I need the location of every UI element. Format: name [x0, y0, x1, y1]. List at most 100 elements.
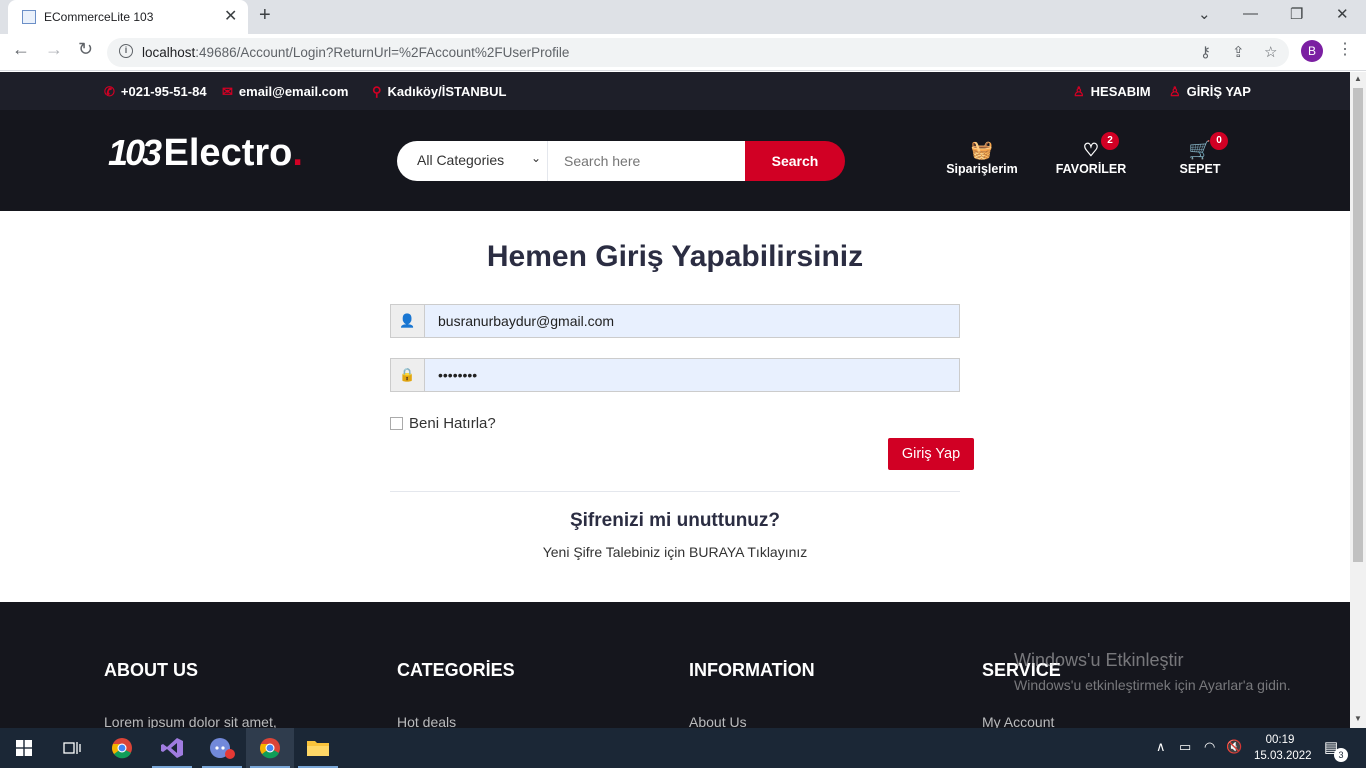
remember-checkbox[interactable] [390, 417, 403, 430]
orders-label: Siparişlerim [946, 162, 1018, 176]
forgot-password-title: Şifrenizi mi unuttunuz? [569, 510, 781, 531]
footer-link-hot-deals[interactable]: Hot deals [397, 714, 456, 728]
email-text: email@email.com [238, 84, 349, 99]
taskbar-file-explorer-app[interactable] [294, 728, 342, 768]
url-host: localhost [142, 45, 196, 60]
task-view-button[interactable] [48, 728, 96, 768]
top-header-bar: ✆ +021-95-51-84 ✉ email@email.com ⚲ Kadıköy… [0, 72, 1350, 110]
header-phone[interactable]: ✆ +021-95-51-84 [104, 84, 207, 100]
remember-label: Beni Hatırla? [409, 415, 496, 432]
scroll-up-icon[interactable]: ▲ [1354, 74, 1362, 83]
password-field[interactable] [425, 359, 959, 391]
footer-title-categories: CATEGORİES [397, 660, 515, 680]
folder-icon [307, 740, 329, 756]
location-text: Kadıköy/İSTANBUL [387, 84, 507, 99]
lock-icon: 🔒 [391, 359, 425, 391]
email-field[interactable] [425, 305, 959, 337]
map-marker-icon: ⚲ [372, 84, 382, 99]
browser-toolbar: ← → ↻ i localhost:49686/Account/Login?Re… [0, 34, 1366, 71]
address-bar[interactable]: i localhost:49686/Account/Login?ReturnUr… [107, 38, 1289, 67]
logo-word: Electro [163, 132, 293, 174]
restore-icon[interactable]: ❐ [1290, 5, 1303, 23]
category-select[interactable]: All Categories ⌄ [397, 141, 548, 181]
favorites-link[interactable]: ♡ 2 FAVORİLER [1054, 132, 1128, 176]
login-link[interactable]: ♙ GİRİŞ YAP [1169, 84, 1251, 100]
browser-tab-strip: ECommerceLite 103 ✕ + ⌄ — ❐ ✕ [0, 0, 1366, 34]
tab-title: ECommerceLite 103 [44, 10, 154, 24]
bookmark-star-icon[interactable]: ☆ [1264, 43, 1277, 61]
tab-search-chevron-icon[interactable]: ⌄ [1198, 5, 1211, 23]
page-scrollbar[interactable]: ▲ ▼ [1350, 72, 1366, 728]
chrome-icon [112, 737, 132, 759]
start-button[interactable] [0, 728, 48, 768]
email-input-group: 👤 [390, 304, 960, 338]
user-icon: ♙ [1073, 84, 1085, 99]
basket-icon: 🧺 [970, 140, 994, 160]
account-link[interactable]: ♙ HESABIM [1073, 84, 1151, 100]
minimize-icon[interactable]: — [1243, 5, 1258, 22]
back-arrow-icon[interactable]: ← [12, 39, 30, 60]
taskbar-discord-app[interactable] [198, 728, 246, 768]
header-email[interactable]: ✉ email@email.com [222, 84, 348, 100]
browser-menu-icon[interactable]: ⋮ [1337, 39, 1353, 59]
show-hidden-icons-icon[interactable]: ∧ [1156, 739, 1166, 755]
search-form: All Categories ⌄ Search [397, 141, 845, 181]
logo-number: 103 [108, 132, 162, 173]
windows-taskbar: ∧ ▭ ◠ 🔇 00:19 15.03.2022 ▤ 3 [0, 728, 1366, 768]
browser-tab[interactable]: ECommerceLite 103 ✕ [8, 0, 248, 34]
chevron-down-icon: ⌄ [530, 151, 541, 165]
taskbar-visual-studio-app[interactable] [148, 728, 196, 768]
scroll-down-icon[interactable]: ▼ [1354, 714, 1362, 723]
visual-studio-icon [161, 737, 183, 758]
clock-time: 00:19 [1265, 734, 1295, 746]
forward-arrow-icon[interactable]: → [45, 39, 63, 60]
new-tab-icon[interactable]: + [259, 4, 271, 27]
footer-link-about-us[interactable]: About Us [689, 714, 747, 728]
close-window-icon[interactable]: ✕ [1336, 5, 1349, 23]
network-icon[interactable]: ◠ [1204, 739, 1215, 755]
login-text: GİRİŞ YAP [1186, 84, 1251, 99]
category-select-value: All Categories [417, 152, 505, 168]
logo-dot: . [292, 132, 303, 174]
volume-muted-icon[interactable]: 🔇 [1226, 739, 1242, 755]
site-logo[interactable]: 103 Electro. [108, 132, 303, 175]
account-text: HESABIM [1090, 84, 1151, 99]
profile-avatar[interactable]: B [1301, 40, 1323, 62]
cart-link[interactable]: 🛒 0 SEPET [1176, 132, 1228, 176]
footer-title-information: INFORMATİON [689, 660, 815, 680]
taskbar-chrome-active-app[interactable] [246, 728, 294, 768]
remember-me[interactable]: Beni Hatırla? [390, 415, 496, 432]
footer-link-my-account[interactable]: My Account [982, 714, 1054, 728]
url-text: localhost:49686/Account/Login?ReturnUrl=… [142, 45, 569, 60]
password-key-icon[interactable]: ⚷ [1200, 43, 1211, 61]
taskbar-chrome-app[interactable] [98, 728, 146, 768]
favorites-label: FAVORİLER [1055, 162, 1127, 176]
footer-about-text: Lorem ipsum dolor sit amet, [104, 714, 277, 728]
reset-password-link[interactable]: Yeni Şifre Talebiniz için BURAYA Tıklayı… [0, 544, 1350, 560]
header-location[interactable]: ⚲ Kadıköy/İSTANBUL [372, 84, 506, 100]
share-icon[interactable]: ⇪ [1232, 43, 1245, 61]
orders-link[interactable]: 🧺 Siparişlerim [946, 140, 1018, 176]
page-favicon-icon [22, 10, 36, 24]
phone-text: +021-95-51-84 [120, 84, 207, 99]
page-title: Hemen Giriş Yapabilirsiniz [486, 240, 864, 273]
scrollbar-thumb[interactable] [1353, 88, 1363, 562]
divider [390, 491, 960, 492]
url-path: :49686/Account/Login?ReturnUrl=%2FAccoun… [195, 45, 570, 60]
phone-icon: ✆ [104, 84, 115, 99]
reload-icon[interactable]: ↻ [78, 39, 93, 60]
task-view-icon [63, 741, 81, 754]
user-icon: 👤 [391, 305, 425, 337]
search-input[interactable] [548, 141, 745, 181]
login-submit-button[interactable]: Giriş Yap [888, 438, 974, 470]
discord-icon [210, 737, 235, 759]
chrome-icon [260, 737, 280, 759]
close-tab-icon[interactable]: ✕ [224, 6, 237, 26]
site-info-icon[interactable]: i [119, 44, 133, 58]
battery-icon[interactable]: ▭ [1179, 739, 1191, 755]
search-button[interactable]: Search [745, 141, 845, 181]
system-clock[interactable]: 00:19 15.03.2022 [1254, 732, 1312, 764]
footer-title-about: ABOUT US [104, 660, 198, 680]
activation-watermark-title: Windows'u Etkinleştir [1014, 650, 1184, 670]
notification-count-badge: 3 [1334, 748, 1348, 762]
